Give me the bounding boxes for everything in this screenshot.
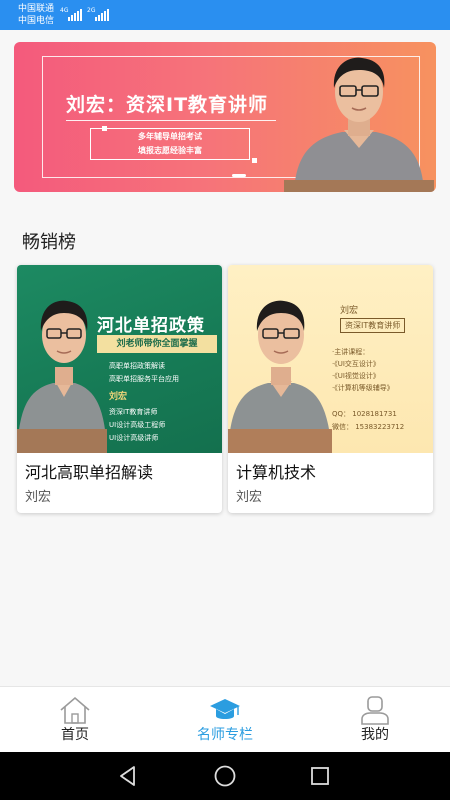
course-title: 计算机技术 bbox=[236, 463, 317, 482]
tab-famous-teachers[interactable]: 名师专栏 bbox=[150, 687, 300, 753]
cover-role: UI设计高级讲师 bbox=[109, 434, 159, 442]
carrier-secondary: 中国电信 bbox=[18, 16, 55, 26]
tab-label: 我的 bbox=[361, 727, 389, 743]
cover-headline: 河北单招政策 bbox=[97, 316, 205, 336]
cover-course-item: ·《计算机等级辅导》 bbox=[332, 384, 394, 392]
decor-bar bbox=[232, 174, 246, 177]
cover-text-line: 高职单招服务平台应用 bbox=[109, 375, 179, 383]
banner-title: 刘宏：资深IT教育讲师 bbox=[66, 94, 269, 116]
section-title-bestseller: 畅销榜 bbox=[22, 232, 76, 253]
tab-label: 名师专栏 bbox=[197, 727, 253, 743]
bottom-tab-bar: 首页 名师专栏 我的 bbox=[0, 686, 450, 752]
cover-course-item: ·《UI交互设计》 bbox=[332, 360, 380, 368]
teacher-portrait bbox=[284, 57, 434, 192]
signal-strength-icon bbox=[68, 9, 82, 21]
home-circle-icon[interactable] bbox=[213, 764, 237, 788]
course-cover-image: 河北单招政策 刘老师带你全面掌握 高职单招政策解读 高职单招服务平台应用 刘宏 … bbox=[17, 265, 222, 453]
back-icon[interactable] bbox=[116, 764, 140, 788]
cover-teacher-name: 刘宏 bbox=[109, 392, 128, 402]
tab-label: 首页 bbox=[61, 727, 89, 743]
cover-courses-label: ·主讲课程： bbox=[332, 348, 370, 356]
carrier-primary: 中国联通 bbox=[18, 4, 55, 14]
course-author: 刘宏 bbox=[25, 490, 52, 505]
banner-subtitle-1: 多年辅导单招考试 bbox=[138, 132, 202, 141]
teacher-portrait bbox=[228, 300, 332, 453]
course-title: 河北高职单招解读 bbox=[25, 463, 154, 482]
cover-wechat: 微信： 15383223712 bbox=[332, 423, 405, 431]
cover-role: 资深IT教育讲师 bbox=[109, 408, 158, 416]
course-cover-image: 刘宏 资深IT教育讲师 ·主讲课程： ·《UI交互设计》 ·《UI视觉设计》 ·… bbox=[228, 265, 433, 453]
user-icon bbox=[361, 696, 389, 725]
cover-badge: 资深IT教育讲师 bbox=[340, 318, 406, 333]
decor-square bbox=[252, 158, 257, 163]
course-card[interactable]: 刘宏 资深IT教育讲师 ·主讲课程： ·《UI交互设计》 ·《UI视觉设计》 ·… bbox=[228, 265, 433, 513]
banner-subtitle-2: 填报志愿经验丰富 bbox=[138, 146, 202, 155]
cover-course-item: ·《UI视觉设计》 bbox=[332, 372, 380, 380]
banner-divider bbox=[66, 120, 276, 121]
course-author: 刘宏 bbox=[236, 490, 263, 505]
tab-profile[interactable]: 我的 bbox=[300, 687, 450, 753]
cover-qq: QQ： 1028181731 bbox=[332, 410, 397, 418]
graduation-cap-icon bbox=[210, 699, 240, 719]
tab-home[interactable]: 首页 bbox=[0, 687, 150, 753]
cover-text-line: 高职单招政策解读 bbox=[109, 362, 165, 370]
home-icon bbox=[60, 696, 90, 724]
hero-banner[interactable]: 刘宏：资深IT教育讲师 多年辅导单招考试 填报志愿经验丰富 bbox=[14, 42, 436, 192]
status-bar: 中国联通 中国电信 4G 2G bbox=[0, 0, 450, 30]
cover-role: UI设计高级工程师 bbox=[109, 421, 166, 429]
cover-teacher-name: 刘宏 bbox=[340, 306, 359, 316]
system-navigation-bar bbox=[0, 752, 450, 800]
teacher-portrait bbox=[17, 300, 107, 453]
signal-strength-icon bbox=[95, 9, 109, 21]
course-card[interactable]: 河北单招政策 刘老师带你全面掌握 高职单招政策解读 高职单招服务平台应用 刘宏 … bbox=[17, 265, 222, 513]
recents-icon[interactable] bbox=[308, 764, 332, 788]
cover-ribbon: 刘老师带你全面掌握 bbox=[97, 335, 217, 353]
